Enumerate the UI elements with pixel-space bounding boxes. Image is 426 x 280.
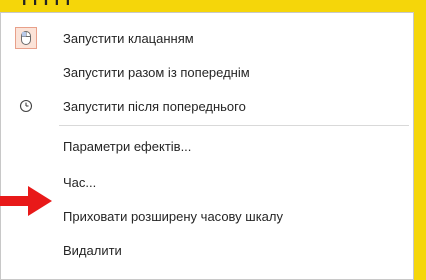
menu-item-label: Час... <box>63 174 97 190</box>
menu-item-start-on-click[interactable]: Запустити клацанням <box>1 21 413 55</box>
clock-icon <box>15 95 37 117</box>
menu-item-label: Запустити разом із попереднім <box>63 64 250 80</box>
mouse-click-icon <box>15 27 37 49</box>
menu-item-effect-options[interactable]: Параметри ефектів... <box>1 129 413 163</box>
menu-item-hide-advanced-timeline[interactable]: Приховати розширену часову шкалу <box>1 199 413 233</box>
menu-item-start-with-previous[interactable]: Запустити разом із попереднім <box>1 55 413 89</box>
right-yellow-band <box>414 0 426 280</box>
red-arrow-icon <box>0 186 54 216</box>
top-yellow-strip: І і І і і <box>0 0 426 12</box>
menu-item-label: Видалити <box>63 242 122 258</box>
menu-item-label: Запустити після попереднього <box>63 98 246 114</box>
partial-heading-text: І і І і і <box>22 0 72 9</box>
menu-item-start-after-previous[interactable]: Запустити після попереднього <box>1 89 413 123</box>
menu-item-label: Запустити клацанням <box>63 30 194 46</box>
menu-divider <box>59 125 409 126</box>
menu-item-label: Приховати розширену часову шкалу <box>63 208 283 224</box>
menu-item-label: Параметри ефектів... <box>63 138 192 154</box>
menu-item-remove[interactable]: Видалити <box>1 233 413 267</box>
context-menu: Запустити клацанням Запустити разом із п… <box>0 12 414 280</box>
menu-item-timing[interactable]: Час... <box>1 165 413 199</box>
